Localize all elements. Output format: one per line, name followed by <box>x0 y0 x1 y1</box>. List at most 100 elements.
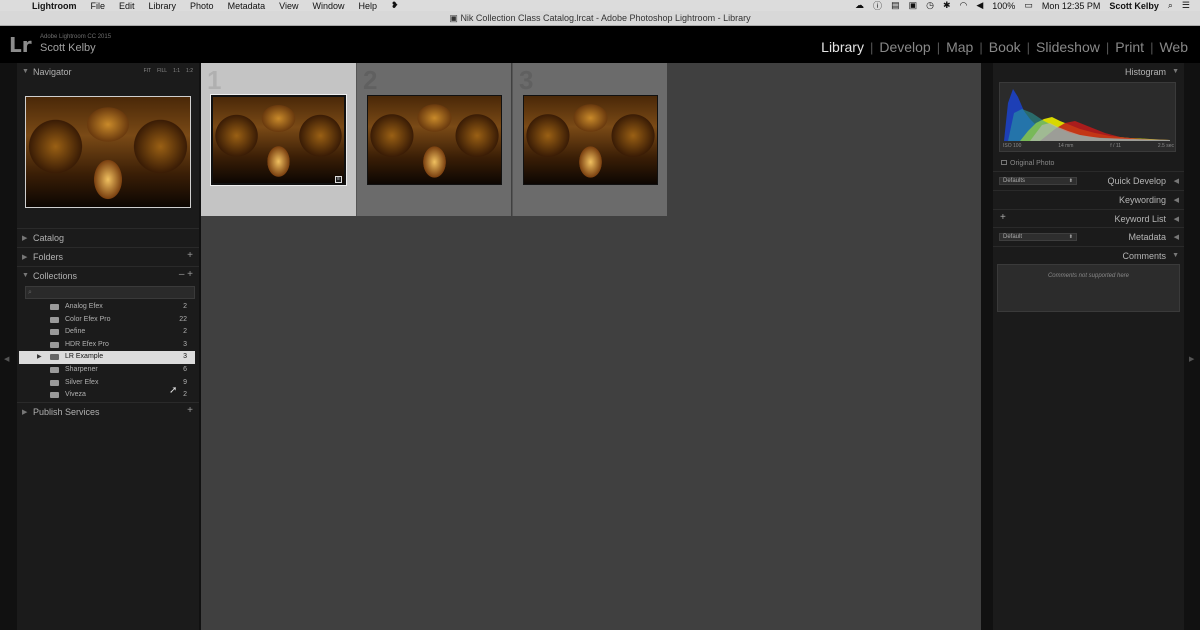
checkbox-icon[interactable] <box>1001 160 1007 165</box>
module-print[interactable]: Print <box>1109 39 1150 55</box>
menu-metadata[interactable]: Metadata <box>228 1 266 11</box>
collapse-triangle-icon[interactable]: ▼ <box>22 68 29 75</box>
metadata-preset-select[interactable]: Default ⬍ <box>999 233 1077 241</box>
collection-icon <box>50 379 59 386</box>
folders-panel-header[interactable]: ▶ Folders + <box>17 247 199 265</box>
module-book[interactable]: Book <box>983 39 1027 55</box>
collection-filter-input[interactable]: ⌕ <box>25 286 195 299</box>
add-folder-icon[interactable]: + <box>187 250 193 261</box>
zoom-1-2[interactable]: 1:2 <box>186 68 193 74</box>
add-keyword-icon[interactable]: + <box>1000 212 1006 223</box>
menu-edit[interactable]: Edit <box>119 1 135 11</box>
saved-preset-select[interactable]: Defaults ⬍ <box>999 177 1077 185</box>
expand-triangle-icon[interactable]: ▶ <box>22 408 27 416</box>
bluetooth-icon[interactable]: ✱ <box>943 0 951 11</box>
module-slideshow[interactable]: Slideshow <box>1030 39 1106 55</box>
keywording-header[interactable]: Keywording ◀ <box>993 190 1184 208</box>
collection-item-hdr-efex-pro[interactable]: HDR Efex Pro 3 <box>19 339 195 352</box>
right-panel-toggle-strip[interactable] <box>1184 63 1200 630</box>
cloud-icon[interactable]: ☁ <box>855 0 864 11</box>
keyword-list-header[interactable]: + Keyword List ◀ <box>993 209 1184 227</box>
navigator-preview[interactable] <box>25 96 191 208</box>
thumbnail[interactable] <box>210 94 347 186</box>
battery-percent[interactable]: 100% <box>992 1 1015 11</box>
panel-divider <box>981 63 993 630</box>
clock[interactable]: Mon 12:35 PM <box>1042 1 1101 11</box>
wifi-icon[interactable]: ◠ <box>960 0 968 11</box>
add-publish-service-icon[interactable]: + <box>187 405 193 416</box>
collection-name: Viveza <box>65 391 86 399</box>
screen-icon[interactable]: ▣ <box>909 0 918 11</box>
keywording-title: Keywording <box>1118 195 1166 205</box>
droplet-icon[interactable]: ❥ <box>391 0 399 11</box>
collection-item-color-efex-pro[interactable]: Color Efex Pro 22 <box>19 314 195 327</box>
collection-name: Color Efex Pro <box>65 315 111 323</box>
collection-count: 3 <box>183 353 187 361</box>
menu-help[interactable]: Help <box>358 1 377 11</box>
grid-cell-1[interactable]: 1 ≡ <box>201 63 356 216</box>
publish-services-header[interactable]: ▶ Publish Services + <box>17 402 199 420</box>
navigator-header[interactable]: ▼ Navigator FIT FILL 1:1 1:2 <box>17 63 199 83</box>
comments-box: Comments not supported here <box>997 264 1180 312</box>
grid-cell-3[interactable]: 3 <box>512 63 667 216</box>
menu-view[interactable]: View <box>279 1 298 11</box>
user-menu[interactable]: Scott Kelby <box>1109 1 1159 11</box>
original-photo-checkbox[interactable]: Original Photo <box>1001 160 1054 167</box>
expand-triangle-icon[interactable]: ▶ <box>22 234 27 242</box>
expand-triangle-icon[interactable]: ◀ <box>1174 177 1179 185</box>
collection-item-sharpener[interactable]: Sharpener 6 <box>19 364 195 377</box>
collection-item-define[interactable]: Define 2 <box>19 326 195 339</box>
catalog-panel-header[interactable]: ▶ Catalog <box>17 228 199 246</box>
thumbnail[interactable] <box>367 95 502 185</box>
collection-icon <box>50 316 59 323</box>
menu-app-name[interactable]: Lightroom <box>32 1 77 11</box>
menu-library[interactable]: Library <box>149 1 177 11</box>
collections-panel-header[interactable]: ▼ Collections – + <box>17 266 199 284</box>
expand-triangle-icon[interactable]: ◀ <box>1174 233 1179 241</box>
module-develop[interactable]: Develop <box>873 39 936 55</box>
module-web[interactable]: Web <box>1153 39 1194 55</box>
shutter-speed: 2.5 sec <box>1157 143 1174 149</box>
thumbnail[interactable] <box>523 95 658 185</box>
collection-actions-icon[interactable]: – + <box>179 269 193 280</box>
menu-window[interactable]: Window <box>312 1 344 11</box>
expand-triangle-icon[interactable]: ◀ <box>1174 196 1179 204</box>
menu-photo[interactable]: Photo <box>190 1 214 11</box>
left-panel-arrow-icon[interactable]: ◀ <box>4 355 9 363</box>
battery-icon[interactable]: ▭ <box>1024 0 1033 11</box>
quick-develop-header[interactable]: Defaults ⬍ Quick Develop ◀ <box>993 171 1184 189</box>
thumbnail-image <box>524 96 657 184</box>
histogram-header[interactable]: Histogram ▼ <box>993 63 1184 81</box>
left-panel-toggle-strip[interactable] <box>0 63 17 630</box>
module-map[interactable]: Map <box>940 39 979 55</box>
expand-triangle-icon[interactable]: ◀ <box>1174 215 1179 223</box>
notification-icon[interactable]: ☰ <box>1182 0 1190 11</box>
aperture: f / 11 <box>1110 143 1122 149</box>
app-version: Adobe Lightroom CC 2015 <box>40 34 112 40</box>
module-library[interactable]: Library <box>815 39 870 55</box>
clipboard-icon[interactable]: ▤ <box>891 0 900 11</box>
histogram[interactable]: ISO 100 14 mm f / 11 2.5 sec <box>999 82 1176 152</box>
edited-badge-icon[interactable]: ≡ <box>335 176 342 183</box>
zoom-fill[interactable]: FILL <box>157 68 167 74</box>
collapse-triangle-icon[interactable]: ▼ <box>1172 252 1179 259</box>
expand-triangle-icon[interactable]: ▶ <box>37 353 42 360</box>
collapse-triangle-icon[interactable]: ▼ <box>1172 68 1179 75</box>
menu-file[interactable]: File <box>91 1 106 11</box>
comments-header[interactable]: Comments ▼ <box>993 246 1184 264</box>
spotlight-icon[interactable]: ⌕ <box>1168 0 1173 11</box>
right-panel-arrow-icon[interactable]: ▶ <box>1189 355 1194 363</box>
collection-item-lr-example[interactable]: ▶ LR Example 3 <box>19 351 195 364</box>
collapse-triangle-icon[interactable]: ▼ <box>22 272 29 279</box>
metadata-header[interactable]: Default ⬍ Metadata ◀ <box>993 227 1184 245</box>
grid-view[interactable]: 1 ≡ 2 3 <box>201 63 981 630</box>
dropdown-arrow-icon: ⬍ <box>1068 178 1073 184</box>
collection-name: Silver Efex <box>65 378 99 386</box>
time-machine-icon[interactable]: ◷ <box>926 0 934 11</box>
zoom-fit[interactable]: FIT <box>144 68 152 74</box>
volume-icon[interactable]: ◀ <box>976 0 983 11</box>
collection-item-analog-efex[interactable]: Analog Efex 2 <box>19 301 195 314</box>
zoom-1-1[interactable]: 1:1 <box>173 68 180 74</box>
grid-cell-2[interactable]: 2 <box>356 63 511 216</box>
expand-triangle-icon[interactable]: ▶ <box>22 253 27 261</box>
